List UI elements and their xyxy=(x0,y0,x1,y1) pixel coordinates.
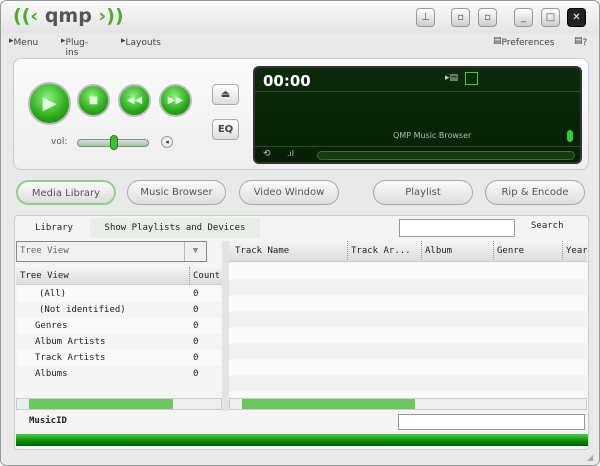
player-display: 00:00 ▸▤ QMP Music Browser ⟲ .ıl xyxy=(253,66,582,164)
tree-view-column-header[interactable]: Tree View xyxy=(20,267,69,285)
tree-item-count: 0 xyxy=(193,369,199,379)
play-button[interactable]: ▶ xyxy=(28,82,71,125)
volume-slider[interactable] xyxy=(77,135,149,150)
tree-item-count: 0 xyxy=(193,353,199,363)
tree-item[interactable]: Albums 0 xyxy=(17,366,221,382)
pin-icon[interactable]: ⊥ xyxy=(416,8,435,27)
tracks-header: Track Name Track Ar... Album Genre Year xyxy=(229,241,587,262)
tree-horizontal-scrollbar[interactable] xyxy=(16,398,222,410)
title-bar[interactable]: ((‹ qmp ›)) ⊥ ▫ ▫ _ □ ✕ xyxy=(1,1,599,33)
mini-mode-icon[interactable]: ▫ xyxy=(451,8,470,27)
tree-item-count: 0 xyxy=(193,321,199,331)
plugins-link[interactable]: ▸ Plug-ins xyxy=(61,36,88,58)
tree-item-count: 0 xyxy=(193,337,199,347)
stop-button[interactable]: ■ xyxy=(77,84,110,117)
column-header[interactable]: Year xyxy=(562,241,587,261)
rewind-button[interactable]: ◀◀ xyxy=(118,84,151,117)
seek-bar[interactable] xyxy=(317,151,575,160)
tree-item-label: Album Artists xyxy=(35,337,106,347)
tab-playlist[interactable]: Playlist xyxy=(373,180,473,205)
volume-label: vol: xyxy=(51,137,68,147)
scroll-thumb[interactable] xyxy=(29,399,173,409)
tree-item-label: Albums xyxy=(35,369,68,379)
close-button[interactable]: ✕ xyxy=(567,8,586,27)
tree-item-label: Track Artists xyxy=(35,353,106,363)
tree-item[interactable]: (Not identified) 0 xyxy=(17,302,221,318)
tree-item-label: (All) xyxy=(39,289,67,299)
help-link[interactable]: ▤ ? xyxy=(574,36,587,48)
tab-library[interactable]: Library xyxy=(21,218,87,238)
time-display: 00:00 xyxy=(263,72,311,90)
signal-icon: .ıl xyxy=(287,149,294,158)
repeat-icon[interactable]: ⟲ xyxy=(263,149,271,159)
musicid-label: MusicID xyxy=(29,416,67,426)
fast-forward-button[interactable]: ▶▶ xyxy=(159,84,192,117)
progress-bar xyxy=(16,434,588,446)
column-header[interactable]: Track Name xyxy=(232,241,289,261)
eject-button[interactable]: ⏏ xyxy=(212,84,239,105)
tree-item-label: Genres xyxy=(35,321,68,331)
menu-bar: ▸ Menu ▸ Plug-ins ▸ Layouts ▤ Preference… xyxy=(1,34,599,58)
divider xyxy=(255,146,580,147)
visualizer-icon[interactable] xyxy=(465,72,478,85)
logo: ((‹ qmp ›)) xyxy=(13,5,124,27)
tab-video-window[interactable]: Video Window xyxy=(239,180,339,205)
resize-grip-icon[interactable]: ◢ xyxy=(587,453,593,462)
column-header[interactable]: Album xyxy=(421,241,452,261)
column-header[interactable]: Genre xyxy=(493,241,524,261)
search-button[interactable]: Search xyxy=(531,221,564,231)
minimize-button[interactable]: _ xyxy=(514,8,533,27)
restore-icon[interactable]: ▫ xyxy=(478,8,497,27)
eq-button[interactable]: EQ xyxy=(212,119,239,140)
tree-item-label: (Not identified) xyxy=(39,305,126,315)
qmp-window: ((‹ qmp ›)) ⊥ ▫ ▫ _ □ ✕ ▸ Menu ▸ Plug-in… xyxy=(0,0,600,466)
column-header[interactable]: Track Ar... xyxy=(347,241,411,261)
maximize-button[interactable]: □ xyxy=(541,8,560,27)
tree-item-count: 0 xyxy=(193,289,199,299)
tree-header: Tree View Count xyxy=(16,267,222,285)
tree-item[interactable]: Track Artists 0 xyxy=(17,350,221,366)
video-view-icon[interactable]: ▸▤ xyxy=(445,73,458,83)
tab-rip-encode[interactable]: Rip & Encode xyxy=(485,180,585,205)
chevron-down-icon[interactable]: ▼ xyxy=(184,242,206,261)
search-input[interactable] xyxy=(399,219,515,237)
tree-item-count: 0 xyxy=(193,305,199,315)
library-panel: Library Show Playlists and Devices Searc… xyxy=(14,215,589,450)
status-text: QMP Music Browser xyxy=(393,131,472,140)
tree-list: (All) 0 (Not identified) 0 Genres 0 Album Arti… xyxy=(15,286,222,398)
layouts-link[interactable]: ▸ Layouts xyxy=(121,36,161,48)
tab-media-library[interactable]: Media Library xyxy=(16,180,116,205)
tab-show-playlists[interactable]: Show Playlists and Devices xyxy=(90,218,260,238)
tab-music-browser[interactable]: Music Browser xyxy=(127,180,226,205)
tree-item[interactable]: Album Artists 0 xyxy=(17,334,221,350)
preferences-link[interactable]: ▤ Preferences xyxy=(493,36,554,48)
status-indicator-icon xyxy=(567,130,573,142)
musicid-input[interactable] xyxy=(398,414,585,430)
view-select[interactable]: Tree View ▼ xyxy=(16,241,207,262)
tracks-list xyxy=(229,263,587,398)
tree-item[interactable]: Genres 0 xyxy=(17,318,221,334)
menu-link[interactable]: ▸ Menu xyxy=(9,36,38,48)
count-column-header[interactable]: Count xyxy=(189,267,220,285)
splitter[interactable] xyxy=(222,241,229,411)
view-select-value: Tree View xyxy=(20,246,69,256)
mute-icon[interactable]: ◂ xyxy=(161,136,173,148)
tree-item[interactable]: (All) 0 xyxy=(17,286,221,302)
divider xyxy=(255,91,580,92)
volume-knob[interactable] xyxy=(110,135,118,150)
tracks-horizontal-scrollbar[interactable] xyxy=(229,398,587,410)
scroll-thumb[interactable] xyxy=(242,399,415,409)
